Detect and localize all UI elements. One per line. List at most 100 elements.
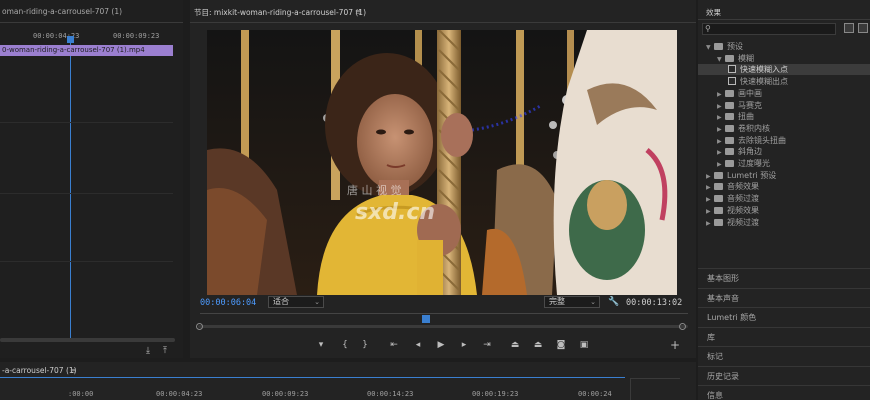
effects-tree-item[interactable]: ▶ 扭曲	[698, 111, 870, 122]
effects-tab-title[interactable]: 效果	[706, 7, 721, 18]
scrub-playhead[interactable]	[422, 315, 430, 323]
chevron-right-icon[interactable]: ▶	[717, 89, 725, 100]
effects-tree-label: 视频效果	[727, 205, 759, 215]
add-button-icon[interactable]: +	[668, 339, 682, 351]
effects-tree-item[interactable]: ▶ 音频效果	[698, 181, 870, 192]
chevron-right-icon[interactable]: ▶	[717, 136, 725, 147]
section-lumetri-color[interactable]: Lumetri 颜色	[698, 307, 870, 326]
folder-icon	[725, 113, 734, 121]
effects-tree-label: 卷积内核	[738, 123, 770, 133]
fit-dropdown[interactable]: 适合 ⌄	[268, 296, 324, 308]
chevron-right-icon[interactable]: ▶	[717, 112, 725, 123]
go-to-in-icon[interactable]: ⇤	[387, 339, 401, 351]
chevron-right-icon[interactable]: ▶	[706, 218, 714, 229]
folder-icon	[725, 124, 734, 132]
effects-tree-item[interactable]: ▶ 去除镜头扭曲	[698, 135, 870, 146]
preset-icon	[728, 65, 736, 74]
comparison-view-icon[interactable]: ▣	[577, 339, 591, 351]
effects-tree-label: 马赛克	[738, 100, 762, 110]
chevron-right-icon[interactable]: ▶	[717, 147, 725, 158]
folder-icon	[714, 206, 723, 214]
zoom-scrollbar[interactable]	[198, 325, 688, 328]
play-icon[interactable]: ▶	[434, 339, 448, 351]
chevron-right-icon[interactable]: ▶	[706, 206, 714, 217]
effects-tree-item[interactable]: ▼ 模糊	[698, 53, 870, 64]
chevron-right-icon[interactable]: ▶	[706, 171, 714, 182]
duration-timecode: 00:00:13:02	[626, 298, 683, 308]
chevron-right-icon[interactable]: ▶	[706, 182, 714, 193]
effects-tree-label: 音频效果	[727, 182, 759, 192]
effects-tree-item[interactable]: ▶ 卷积内核	[698, 123, 870, 134]
timeline-tab-title[interactable]: -a-carrousel-707 (1)	[2, 366, 77, 375]
mark-out-icon[interactable]: }	[358, 339, 372, 351]
export-frame-icon[interactable]: ◙	[554, 339, 568, 351]
scrub-ruler[interactable]	[200, 313, 688, 314]
timeline-ruler-3: 00:00:14:23	[367, 390, 414, 398]
effects-tree-label: 扭曲	[738, 112, 754, 122]
chevron-right-icon[interactable]: ▶	[706, 194, 714, 205]
audio-meter	[630, 378, 680, 400]
panel-menu-icon[interactable]: ≡	[355, 7, 361, 16]
step-back-icon[interactable]: ◂	[411, 339, 425, 351]
clip-bar[interactable]: 0-woman-riding-a-carrousel-707 (1).mp4	[0, 45, 173, 56]
section-libraries[interactable]: 库	[698, 327, 870, 346]
effects-tree-label: 快速模糊入点	[740, 65, 788, 75]
new-preset-icon[interactable]	[858, 23, 868, 33]
effects-tree-label: 快速模糊出点	[740, 77, 788, 87]
wrench-icon[interactable]: 🔧	[607, 296, 621, 308]
effects-tree-item[interactable]: ▶ 过度曝光	[698, 158, 870, 169]
horizontal-scrollbar[interactable]	[0, 338, 175, 342]
effects-tree-item[interactable]: ▶ 音频过渡	[698, 193, 870, 204]
extract-icon[interactable]: ⤒	[158, 345, 172, 357]
search-icon: ⚲	[705, 24, 711, 33]
new-bin-icon[interactable]	[844, 23, 854, 33]
scroll-handle-left[interactable]	[196, 323, 203, 330]
lift-icon[interactable]: ⏏	[508, 339, 522, 351]
timeline-menu-icon[interactable]: ≡	[70, 366, 76, 375]
timeline-ruler-0: :00:00	[68, 390, 94, 398]
timeline-ruler-5: 00:00:24	[578, 390, 612, 398]
effects-tree-item[interactable]: ▶ 视频效果	[698, 205, 870, 216]
chevron-down-icon[interactable]: ▼	[706, 42, 714, 53]
section-markers[interactable]: 标记	[698, 346, 870, 365]
section-history[interactable]: 历史记录	[698, 366, 870, 385]
add-marker-icon[interactable]: ▾	[314, 339, 328, 351]
source-tab-title[interactable]: oman-riding-a-carrousel-707 (1)	[2, 7, 122, 16]
folder-icon	[714, 195, 723, 203]
effects-tree-item[interactable]: ▶ 斜角边	[698, 146, 870, 157]
timeline-ruler-1: 00:00:04:23	[156, 390, 203, 398]
timeline-panel: -a-carrousel-707 (1) ≡ :00:00 00:00:04:2…	[0, 362, 696, 400]
mark-in-icon[interactable]: {	[338, 339, 352, 351]
quality-dropdown[interactable]: 完整 ⌄	[544, 296, 600, 308]
go-to-out-icon[interactable]: ⇥	[480, 339, 494, 351]
chevron-right-icon[interactable]: ▶	[717, 124, 725, 135]
section-essential-graphics[interactable]: 基本图形	[698, 268, 870, 287]
effects-tree-item[interactable]: ▶ 马赛克	[698, 100, 870, 111]
chevron-right-icon[interactable]: ▶	[717, 159, 725, 170]
section-essential-sound[interactable]: 基本声音	[698, 288, 870, 307]
step-forward-icon[interactable]: ▸	[457, 339, 471, 351]
scroll-handle-right[interactable]	[679, 323, 686, 330]
effects-tree-item[interactable]: ▼ 预设	[698, 41, 870, 52]
quality-dropdown-value: 完整	[549, 297, 565, 306]
folder-icon	[725, 136, 734, 144]
extract-icon[interactable]: ⏏	[531, 339, 545, 351]
effects-tree-item[interactable]: ▶ Lumetri 预设	[698, 170, 870, 181]
folder-icon	[725, 101, 734, 109]
effects-tree-label: 画中画	[738, 88, 762, 98]
effects-tree-label: 预设	[727, 42, 743, 51]
chevron-right-icon[interactable]: ▶	[717, 101, 725, 112]
lift-icon[interactable]: ⤓	[141, 345, 155, 357]
section-info[interactable]: 信息	[698, 385, 870, 400]
current-timecode[interactable]: 00:00:06:04	[200, 298, 256, 308]
playhead-line	[70, 40, 71, 340]
effects-tree-item[interactable]: ▶ 画中画	[698, 88, 870, 99]
effects-search-input[interactable]: ⚲	[702, 23, 836, 35]
effects-tree-item[interactable]: 快速模糊入点	[698, 64, 870, 76]
effects-tree-item[interactable]: 快速模糊出点	[698, 76, 870, 87]
effects-tree-label: 斜角边	[738, 147, 762, 157]
effects-tree-item[interactable]: ▶ 视频过渡	[698, 217, 870, 228]
video-frame: 唐 山 视 觉 sxd.cn	[207, 30, 677, 295]
program-tab-title[interactable]: 节目: mixkit-woman-riding-a-carrousel-707 …	[194, 7, 366, 18]
chevron-down-icon[interactable]: ▼	[717, 54, 725, 65]
